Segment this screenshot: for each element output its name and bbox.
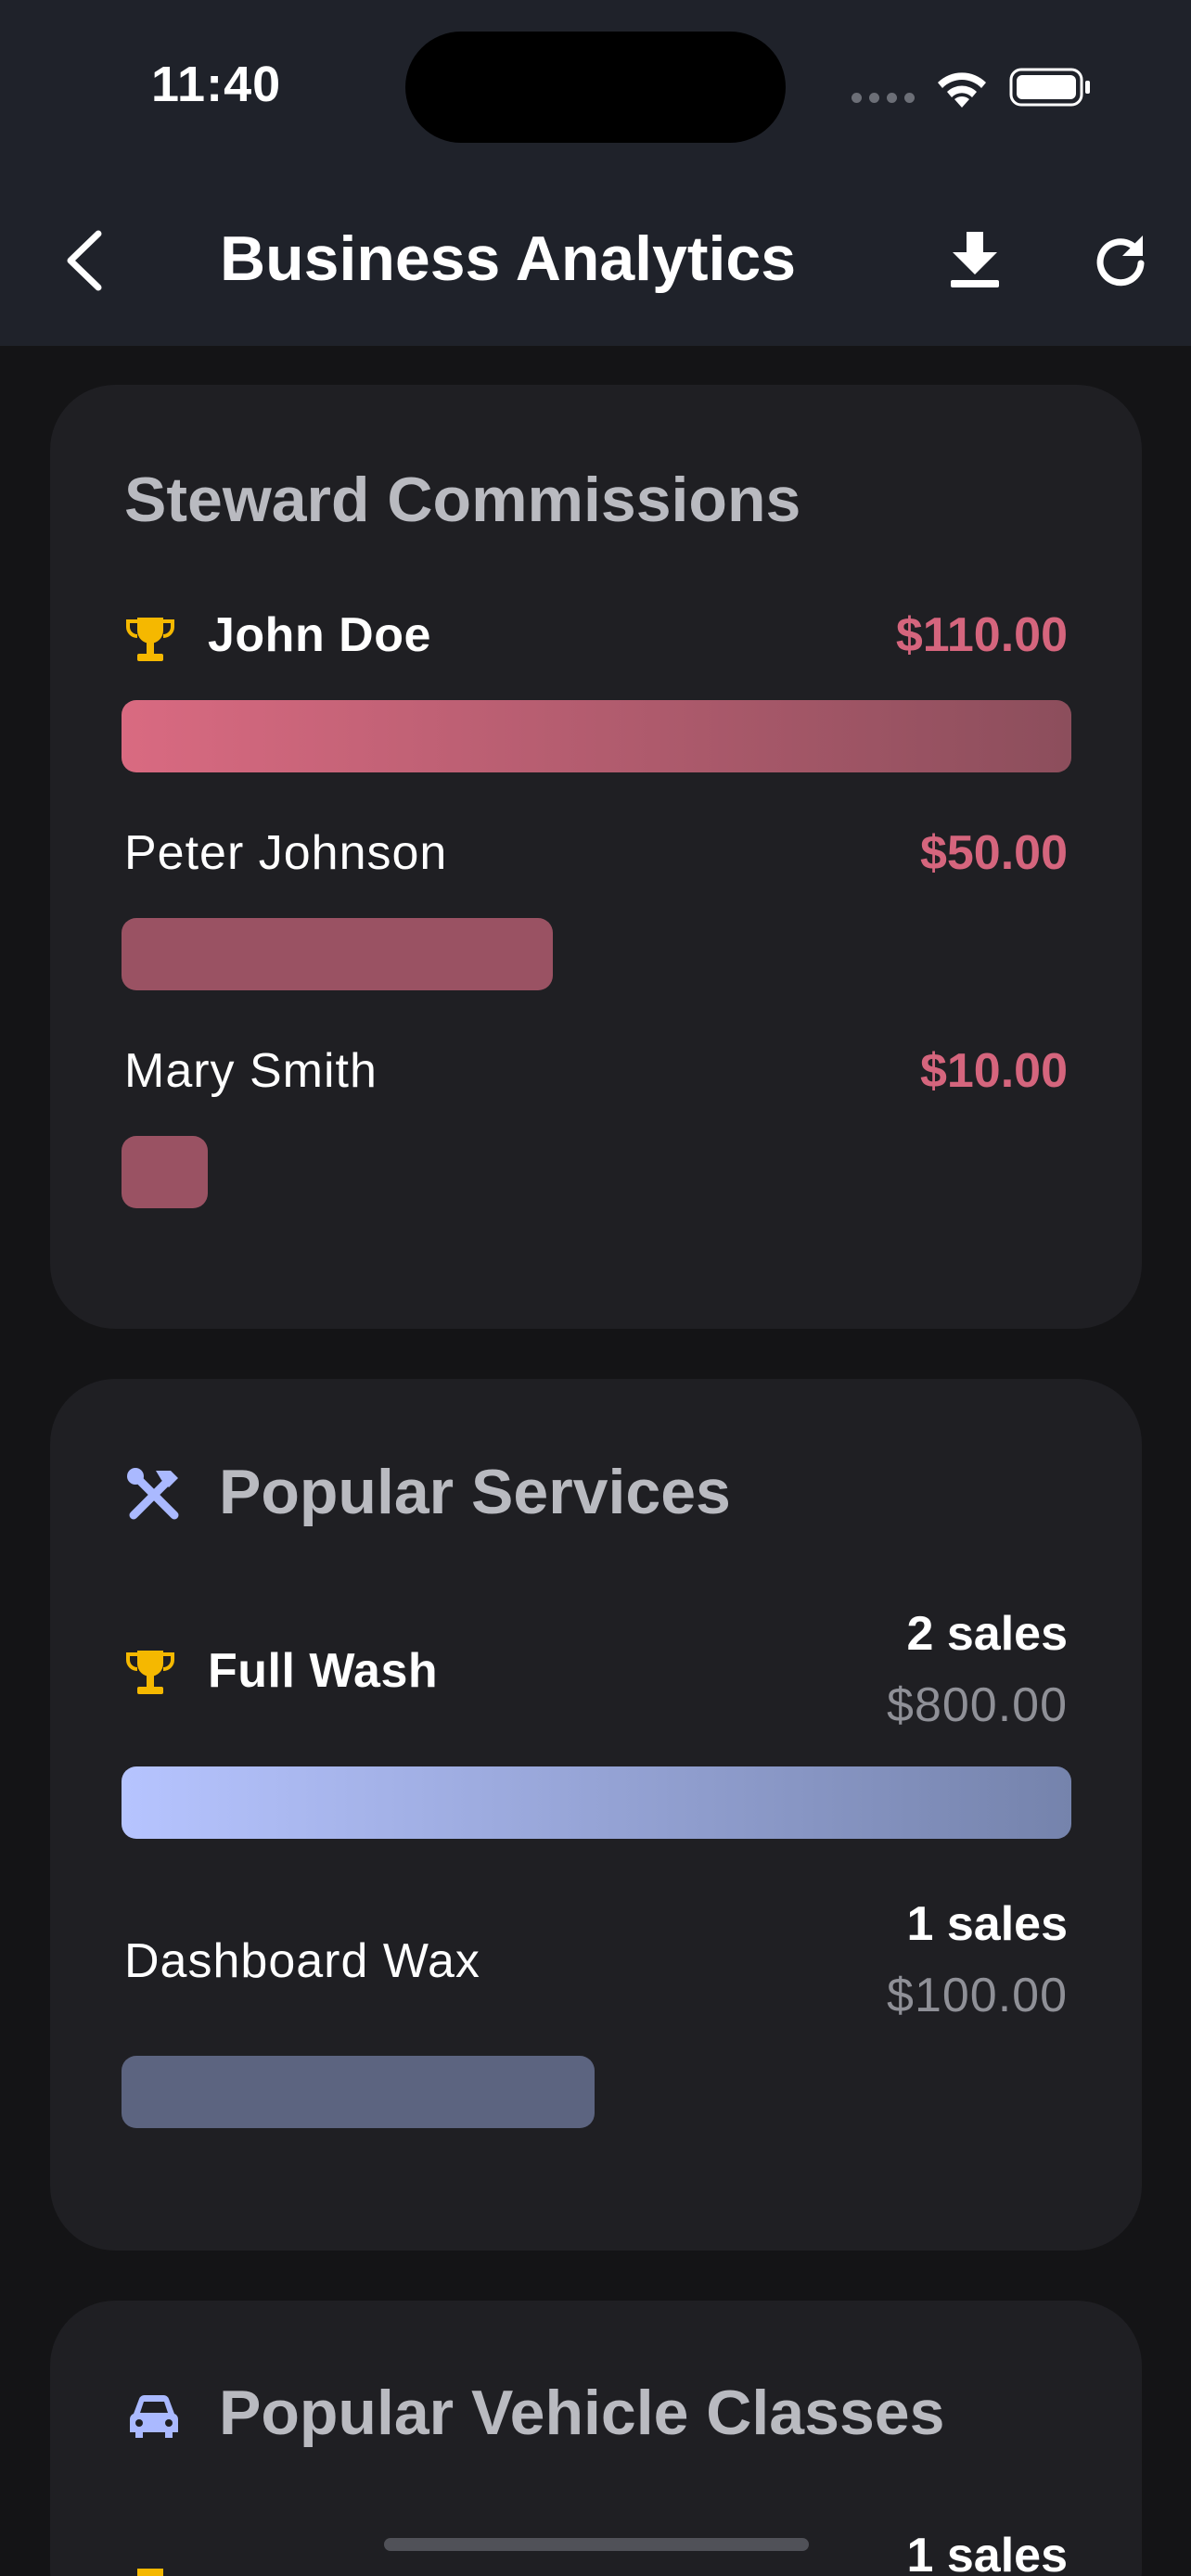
card-title: Popular Services (219, 1457, 731, 1527)
service-bar-track (122, 1766, 1071, 1839)
refresh-icon (1096, 236, 1145, 287)
commission-bar (122, 700, 1071, 772)
service-bar (122, 2056, 596, 2128)
vehicle-class-sales-count: 1 sales (906, 2529, 1069, 2576)
service-sales-count: 2 sales (906, 1607, 1069, 1661)
commission-bar-track (122, 918, 1071, 990)
trophy-icon (126, 1651, 174, 1694)
refresh-button[interactable] (1085, 223, 1156, 297)
page-title: Business Analytics (220, 223, 797, 294)
car-icon (129, 2394, 179, 2438)
battery-icon (1009, 68, 1090, 107)
commission-amount: $10.00 (919, 1044, 1068, 1098)
service-name: Full Wash (208, 1644, 439, 1698)
service-name: Dashboard Wax (124, 1934, 480, 1988)
card-title: Popular Vehicle Classes (219, 2378, 945, 2448)
app-screen: 11:40 Business Analytics Steward Commiss… (0, 0, 1191, 2576)
status-time: 11:40 (151, 57, 282, 112)
service-revenue: $100.00 (887, 1969, 1068, 2022)
chevron-left-icon (67, 230, 102, 291)
commission-bar (122, 1136, 209, 1208)
popular-vehicle-classes-card: Popular Vehicle Classes 1 sales (50, 2301, 1142, 2576)
download-icon (951, 232, 999, 287)
trophy-icon (137, 2569, 163, 2576)
commission-bar (122, 918, 554, 990)
header: 11:40 Business Analytics (0, 0, 1191, 346)
service-bar (122, 1766, 1071, 1839)
cellular-signal-icon (852, 93, 915, 103)
service-revenue: $800.00 (887, 1678, 1068, 1732)
download-button[interactable] (940, 223, 1010, 297)
home-indicator[interactable] (384, 2538, 809, 2551)
steward-commissions-card: Steward Commissions John Doe $110.00 Pet… (50, 385, 1142, 1329)
popular-services-card: Popular Services Full Wash 2 sales $800.… (50, 1379, 1142, 2251)
commission-amount: $110.00 (895, 608, 1068, 662)
service-bar-track (122, 2056, 1071, 2128)
steward-name: Mary Smith (124, 1044, 378, 1098)
dynamic-island (405, 32, 786, 143)
commission-amount: $50.00 (919, 826, 1068, 880)
card-title: Steward Commissions (124, 465, 801, 535)
steward-name: Peter Johnson (124, 826, 448, 880)
commission-bar-track (122, 700, 1071, 772)
wifi-icon (938, 72, 986, 108)
trophy-icon (126, 618, 174, 661)
back-button[interactable] (56, 219, 113, 302)
steward-name: John Doe (208, 608, 431, 662)
commission-bar-track (122, 1136, 1071, 1208)
service-sales-count: 1 sales (906, 1897, 1069, 1951)
tools-icon (127, 1468, 179, 1520)
